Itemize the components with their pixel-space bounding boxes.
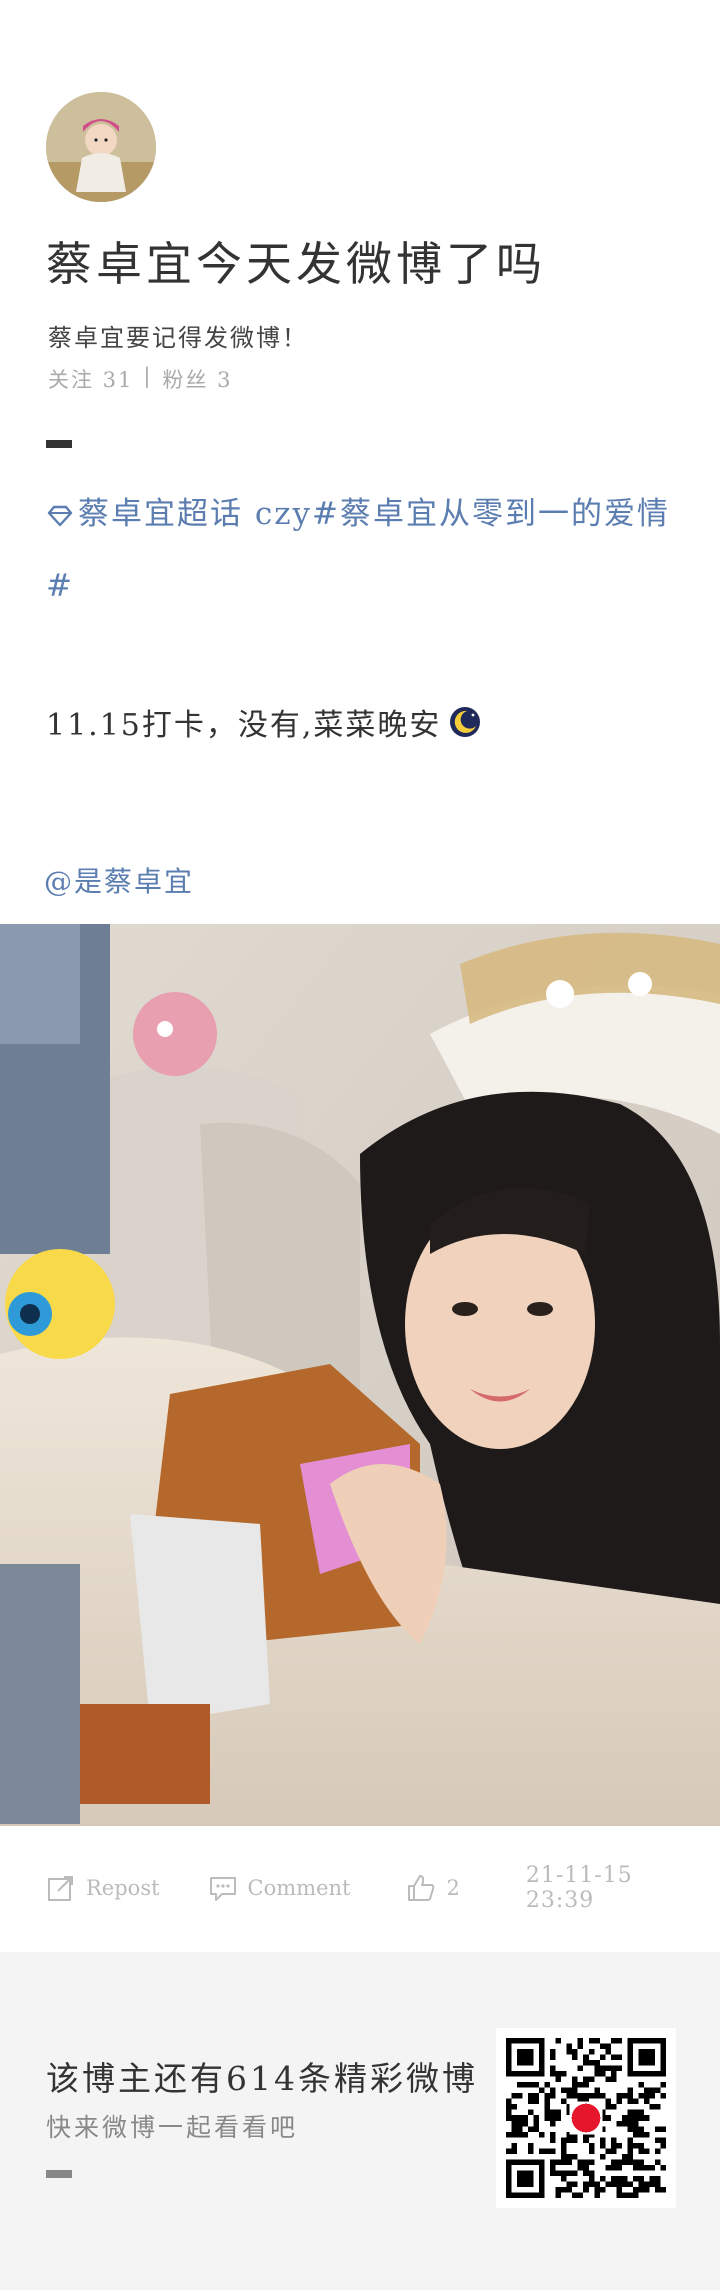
qr-code-image xyxy=(506,2038,666,2198)
footer-promo: 该博主还有614条精彩微博 快来微博一起看看吧 xyxy=(0,1952,720,2290)
super-topic-text: 蔡卓宜超话 czy#蔡卓宜从零到一的爱情# xyxy=(46,496,671,604)
comment-icon xyxy=(209,1877,236,1901)
profile-stats: 关注 31 | 粉丝 3 xyxy=(48,364,233,394)
post-timestamp: 21-11-15 23:39 xyxy=(525,1863,633,1913)
avatar[interactable] xyxy=(46,92,156,202)
weibo-logo-icon xyxy=(571,2103,601,2133)
super-topic-diamond-icon xyxy=(47,505,73,526)
comment-label: Comment xyxy=(247,1876,351,1900)
like-count: 2 xyxy=(446,1876,460,1900)
following-count[interactable]: 关注 31 xyxy=(48,364,133,394)
repost-icon xyxy=(48,1876,73,1901)
followers-count[interactable]: 粉丝 3 xyxy=(162,364,232,394)
avatar-photo xyxy=(46,92,156,202)
page-title: 蔡卓宜今天发微博了吗 xyxy=(46,237,546,291)
comment-button[interactable]: Comment xyxy=(208,1873,351,1903)
thumbs-up-icon xyxy=(408,1875,435,1901)
footer-subtitle: 快来微博一起看看吧 xyxy=(46,2113,299,2142)
repost-button[interactable]: Repost xyxy=(46,1873,160,1903)
moon-emoji xyxy=(450,707,481,737)
profile-description: 蔡卓宜要记得发微博！ xyxy=(48,324,308,352)
super-topic-link[interactable]: 蔡卓宜超话 czy#蔡卓宜从零到一的爱情# xyxy=(46,478,686,622)
footer-title: 该博主还有614条精彩微博 xyxy=(46,2059,478,2098)
selfie-image xyxy=(0,924,720,1826)
footer-divider xyxy=(46,2170,72,2178)
post-body: 11.15打卡，没有,菜菜晚安 xyxy=(46,700,483,744)
post-text: 11.15打卡，没有,菜菜晚安 xyxy=(46,708,442,743)
mention-link[interactable]: @是蔡卓宜 xyxy=(44,860,194,900)
qr-code[interactable] xyxy=(496,2028,676,2208)
action-bar: Repost Comment 2 21-11-15 23:39 xyxy=(46,1863,686,1913)
post-photo[interactable] xyxy=(0,924,720,1826)
stats-separator: | xyxy=(143,364,153,388)
repost-label: Repost xyxy=(86,1876,160,1900)
section-divider xyxy=(46,440,72,448)
like-button[interactable]: 2 xyxy=(406,1873,460,1903)
